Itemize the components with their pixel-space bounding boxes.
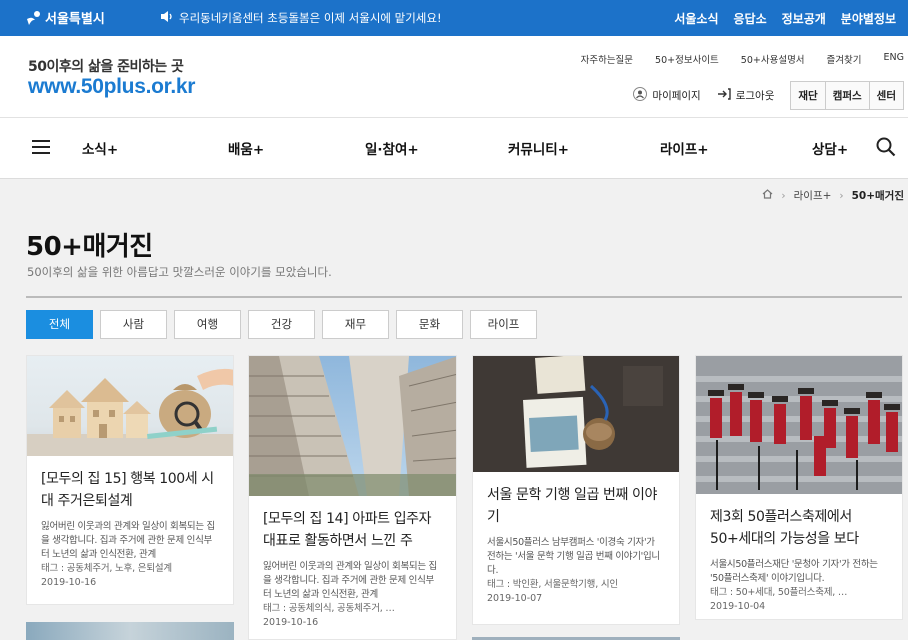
topnav-news[interactable]: 서울소식 [674,10,718,27]
card-thumbnail [473,356,679,472]
util-eng[interactable]: ENG [884,52,904,66]
card-title[interactable]: 제3회 50플러스축제에서 50+세대의 가능성을 보다 [710,506,888,550]
home-icon[interactable] [762,189,773,202]
logout-link[interactable]: 로그아웃 [717,88,775,103]
magazine-card[interactable]: [모두의 집 14] 아파트 입주자대표로 활동하면서 느낀 주 잃어버린 이웃… [248,355,457,640]
util-bookmark[interactable]: 즐겨찾기 [827,52,862,66]
account-bar: 마이페이지 로그아웃 재단 캠퍼스 센터 [633,81,904,110]
card-summary: 서울시50플러스재단 '문청아 기자'가 전하는 '50플러스축제' 이야기입니… [710,559,878,584]
seoul-logo[interactable]: 서울특별시 [26,8,105,27]
tab-health[interactable]: 건강 [248,310,315,339]
section-campus[interactable]: 캠퍼스 [824,82,869,109]
section-foundation[interactable]: 재단 [791,82,825,109]
card-summary: 잃어버린 이웃과의 관계와 일상이 회복되는 집을 생각합니다. 집과 주거에 … [41,521,215,560]
tab-lifestyle[interactable]: 라이프 [470,310,537,339]
breadcrumb-separator: › [781,189,786,202]
breadcrumb-current: 50+매거진 [851,190,904,202]
card-summary: 잃어버린 이웃과의 관계와 일상이 회복되는 집을 생각합니다. 집과 주거에 … [263,561,437,600]
card-body: 서울 문학 기행 일곱 번째 이야기 서울시50플러스 남부캠퍼스 '이경숙 기… [473,472,679,606]
tab-culture[interactable]: 문화 [396,310,463,339]
magazine-card[interactable]: 제3회 50플러스축제에서 50+세대의 가능성을 보다 서울시50플러스재단 … [695,355,903,620]
card-body: [모두의 집 14] 아파트 입주자대표로 활동하면서 느낀 주 잃어버린 이웃… [249,496,456,630]
section-center[interactable]: 센터 [868,82,903,109]
card-date: 2019-10-07 [487,593,543,604]
speaker-icon [160,11,173,25]
card-date: 2019-10-16 [263,617,319,628]
seoul-topnav: 서울소식 응답소 정보공개 분야별정보 [674,10,896,27]
brand-url: www.50plus.or.kr [28,75,196,98]
card-body: [모두의 집 15] 행복 100세 시대 주거은퇴설계 잃어버린 이웃과의 관… [27,456,233,590]
hamburger-menu-icon[interactable] [32,140,50,155]
card-tags: 태그 : 공동체의식, 공동체주거, … [263,603,395,614]
card-thumbnail [249,356,456,496]
tab-finance[interactable]: 재무 [322,310,389,339]
card-summary: 서울시50플러스 남부캠퍼스 '이경숙 기자'가 전하는 '서울 문학 기행 일… [487,537,660,576]
card-thumbnail [696,356,902,494]
search-icon[interactable] [876,137,896,157]
nav-community[interactable]: 커뮤니티+ [508,138,569,158]
magazine-card[interactable]: [모두의 집 15] 행복 100세 시대 주거은퇴설계 잃어버린 이웃과의 관… [26,355,234,605]
main-nav: 소식+ 배움+ 일·참여+ 커뮤니티+ 라이프+ 상담+ [0,118,908,179]
tab-travel[interactable]: 여행 [174,310,241,339]
card-date: 2019-10-04 [710,601,766,612]
card-title[interactable]: [모두의 집 14] 아파트 입주자대표로 활동하면서 느낀 주 [263,508,442,552]
seoul-logo-icon [26,10,42,26]
mypage-link[interactable]: 마이페이지 [633,87,701,104]
card-tags: 태그 : 공동체주거, 노후, 은퇴설계 [41,563,172,574]
util-info-site[interactable]: 50+정보사이트 [655,52,719,66]
card-tags: 태그 : 50+세대, 50플러스축제, … [710,587,848,598]
mypage-label: 마이페이지 [652,90,701,102]
util-faq[interactable]: 자주하는질문 [581,52,633,66]
nav-learning[interactable]: 배움+ [228,138,264,158]
magazine-card[interactable]: 서울 문학 기행 일곱 번째 이야기 서울시50플러스 남부캠퍼스 '이경숙 기… [472,355,680,625]
topnav-open-info[interactable]: 정보공개 [782,10,826,27]
card-tags: 태그 : 박인환, 서울문학기행, 시인 [487,579,618,590]
brand-tagline: 50이후의 삶을 준비하는 곳 [28,59,184,75]
site-header: 50이후의 삶을 준비하는 곳 www.50plus.or.kr 자주하는질문 … [0,36,908,118]
card-body: 제3회 50플러스축제에서 50+세대의 가능성을 보다 서울시50플러스재단 … [696,494,902,614]
card-title[interactable]: 서울 문학 기행 일곱 번째 이야기 [487,484,665,528]
page-title: 50+매거진 [26,232,153,262]
category-tabs: 전체 사람 여행 건강 재무 문화 라이프 [26,310,537,339]
util-guide[interactable]: 50+사용설명서 [741,52,805,66]
card-title[interactable]: [모두의 집 15] 행복 100세 시대 주거은퇴설계 [41,468,219,512]
breadcrumb-separator: › [839,189,844,202]
notice-banner[interactable]: 우리동네키움센터 초등돌봄은 이제 서울시에 맡기세요! [160,10,442,26]
seoul-logo-text: 서울특별시 [45,12,105,27]
page-description: 50이후의 삶을 위한 아름답고 맛깔스러운 이야기를 모았습니다. [27,265,332,279]
logout-icon [717,88,731,103]
breadcrumb-life[interactable]: 라이프+ [794,188,832,203]
tab-all[interactable]: 전체 [26,310,93,339]
card-thumbnail [27,356,233,456]
next-row-thumbnail [26,622,234,640]
nav-counsel[interactable]: 상담+ [812,138,848,158]
breadcrumb: › 라이프+ › 50+매거진 [762,188,904,203]
seoul-topbar: 서울특별시 우리동네키움센터 초등돌봄은 이제 서울시에 맡기세요! 서울소식 … [0,0,908,36]
user-icon [633,87,648,104]
title-divider [26,296,902,298]
utility-links: 자주하는질문 50+정보사이트 50+사용설명서 즐겨찾기 ENG [581,52,904,66]
topnav-field-info[interactable]: 분야별정보 [841,10,896,27]
tab-people[interactable]: 사람 [100,310,167,339]
card-date: 2019-10-16 [41,577,97,588]
nav-participation[interactable]: 일·참여+ [365,138,419,158]
nav-life[interactable]: 라이프+ [660,138,709,158]
logout-label: 로그아웃 [735,90,775,102]
nav-news[interactable]: 소식+ [82,138,118,158]
notice-text: 우리동네키움센터 초등돌봄은 이제 서울시에 맡기세요! [179,11,442,25]
section-switcher: 재단 캠퍼스 센터 [790,81,904,110]
site-brand[interactable]: 50이후의 삶을 준비하는 곳 www.50plus.or.kr [28,56,195,98]
topnav-response[interactable]: 응답소 [734,10,767,27]
